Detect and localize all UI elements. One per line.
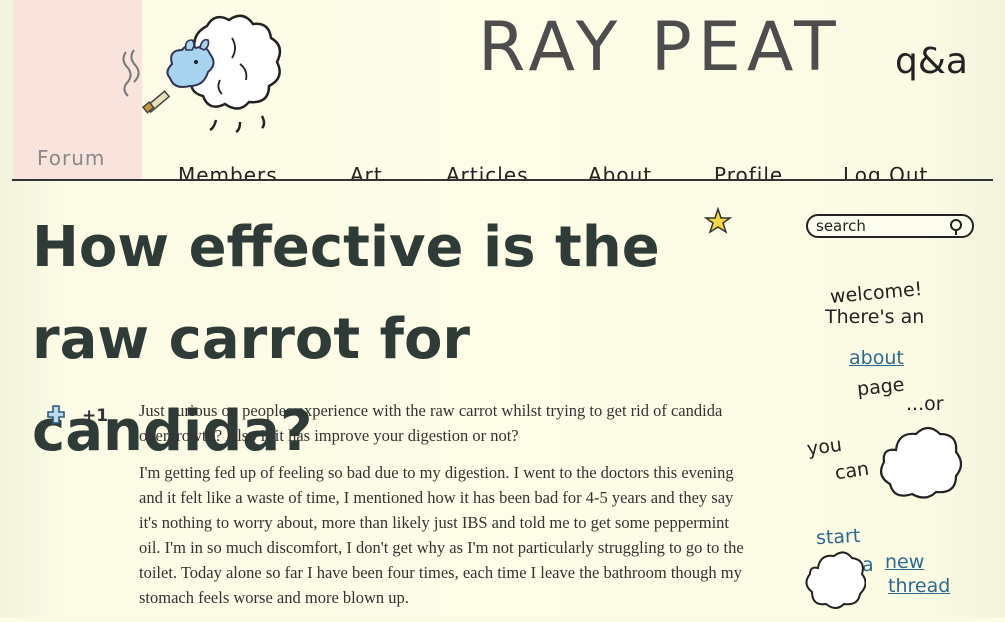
you-text: you — [805, 433, 844, 461]
cloud-icon — [879, 426, 962, 499]
post-body: Just curious on peoples experience with … — [139, 398, 749, 622]
cloud-icon — [805, 551, 866, 609]
post-paragraph: I'm getting fed up of feeling so bad due… — [139, 463, 744, 607]
search-box — [806, 214, 974, 238]
post-paragraph: Just curious on peoples experience with … — [139, 401, 723, 445]
site-title[interactable]: RAY PEAT — [478, 14, 842, 82]
star-icon[interactable] — [704, 207, 732, 235]
main-nav: Members Art Articles About Profile Log O… — [0, 155, 1005, 181]
new-thread-link-new[interactable]: new — [885, 553, 924, 572]
page-text: page — [855, 373, 906, 401]
new-thread-link-thread[interactable]: thread — [888, 577, 950, 596]
nav-divider — [12, 179, 993, 181]
sheep-logo[interactable] — [112, 8, 302, 138]
start-text: start — [815, 524, 861, 550]
upvote-icon[interactable] — [44, 402, 68, 426]
about-link[interactable]: about — [849, 349, 904, 368]
can-text: can — [833, 457, 871, 485]
or-text: ...or — [906, 393, 944, 415]
search-icon[interactable] — [948, 218, 966, 236]
vote-score: +1 — [82, 406, 109, 426]
welcome-text-line2: There's an — [825, 306, 925, 328]
search-input[interactable] — [816, 217, 946, 235]
site-subtitle: q&a — [895, 41, 968, 82]
